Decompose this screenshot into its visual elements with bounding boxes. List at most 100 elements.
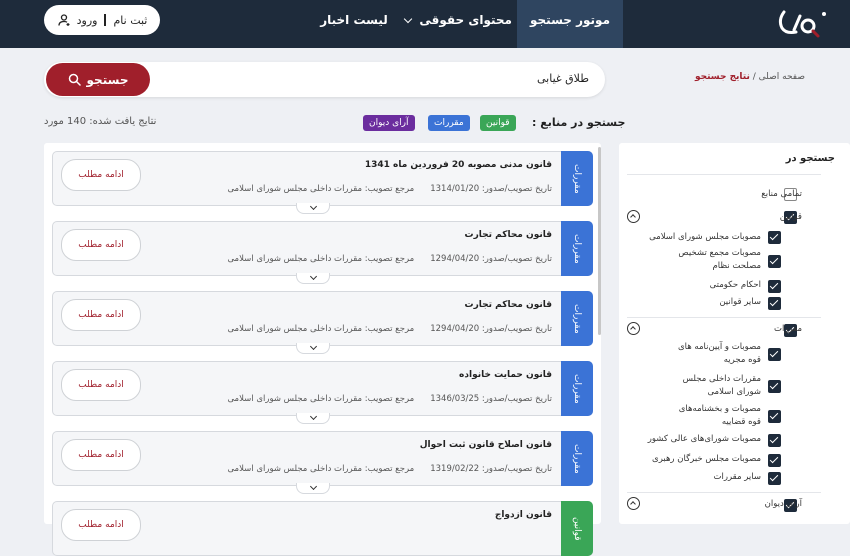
nav-legal-content-label: محتوای حقوقی [419, 13, 512, 27]
chevron-down-icon [309, 412, 317, 421]
result-type-tag: مقررات [561, 291, 593, 346]
search-button[interactable]: جستجو [46, 63, 150, 96]
top-navbar: موتور جستجو محتوای حقوقی لیست اخبار ثبت … [0, 0, 850, 48]
regulations-item-label: مصوبات مجلس خبرگان رهبری [652, 454, 761, 464]
regulations-item-checkbox[interactable] [768, 348, 781, 361]
read-more-button[interactable]: ادامه مطلب [61, 369, 141, 401]
laws-item-checkbox[interactable] [768, 280, 781, 293]
read-more-button[interactable]: ادامه مطلب [61, 159, 141, 191]
user-add-icon [57, 14, 70, 26]
expand-button[interactable] [296, 482, 330, 494]
result-type-tag: مقررات [561, 431, 593, 486]
breadcrumb-separator: / [752, 72, 756, 82]
results-count-value: 140 [67, 116, 87, 127]
laws-item-checkbox[interactable] [768, 255, 781, 268]
regulations-item-checkbox[interactable] [768, 434, 781, 447]
result-card: مقررات قانون مدنی مصوبه 20 فروردین ماه 1… [52, 151, 593, 214]
result-type-tag: مقررات [561, 221, 593, 276]
collapse-icon[interactable] [627, 322, 640, 335]
result-reference: مقررات داخلی مجلس شورای اسلامی [227, 184, 363, 194]
result-meta: تاریخ تصویب/صدور: 1294/04/20مرجع تصویب: … [227, 324, 552, 334]
result-date: 1294/04/20 [430, 324, 480, 334]
expand-button[interactable] [296, 342, 330, 354]
read-more-button[interactable]: ادامه مطلب [61, 509, 141, 541]
chip-regulations[interactable]: مقررات [428, 115, 470, 131]
breadcrumb-current: نتایج جستجو [694, 72, 750, 82]
result-title[interactable]: قانون اصلاح قانون ثبت احوال [420, 440, 552, 450]
result-title[interactable]: قانون حمایت خانواده [459, 370, 552, 380]
chevron-down-icon [309, 202, 317, 211]
laws-item-label: سایر قوانین [719, 297, 761, 307]
result-type-tag: مقررات [561, 361, 593, 416]
result-meta: تاریخ تصویب/صدور: 1294/04/20مرجع تصویب: … [227, 254, 552, 264]
results-scrollbar[interactable] [598, 147, 601, 335]
regulations-item-label: مصوبات شورای‌های عالی کشور [647, 434, 761, 444]
result-date: 1319/02/22 [430, 464, 480, 474]
login-signup-button[interactable]: ثبت نام ورود [44, 5, 160, 35]
all-sources-label: تمامی منابع [761, 189, 802, 199]
laws-item-label: مصوبات مجمع تشخیص مصلحت نظام [678, 248, 761, 271]
laws-item-label: مصوبات مجلس شورای اسلامی [649, 232, 761, 242]
collapse-icon[interactable] [627, 497, 640, 510]
regulations-item-label: سایر مقررات [713, 472, 761, 482]
results-count: نتایج یافت شده: 140 مورد [44, 116, 156, 127]
expand-button[interactable] [296, 412, 330, 424]
source-filter-label: جستجو در منابع : [532, 116, 626, 129]
expand-button[interactable] [296, 272, 330, 284]
nav-news-list[interactable]: لیست اخبار [318, 0, 390, 48]
laws-item-checkbox[interactable] [768, 297, 781, 310]
result-type-tag: مقررات [561, 151, 593, 206]
result-type-tag: قوانین [561, 501, 593, 556]
result-meta: تاریخ تصویب/صدور: 1346/03/25مرجع تصویب: … [227, 394, 552, 404]
result-title[interactable]: قانون ازدواج [495, 510, 552, 520]
breadcrumb: صفحه اصلی / نتایج جستجو [640, 72, 805, 82]
login-label: ورود [76, 13, 98, 27]
result-meta: تاریخ تصویب/صدور: 1319/02/22مرجع تصویب: … [227, 464, 552, 474]
result-reference: مقررات داخلی مجلس شورای اسلامی [227, 464, 363, 474]
nav-news-list-label: لیست اخبار [320, 13, 388, 27]
result-title[interactable]: قانون محاکم تجارت [465, 300, 552, 310]
result-card: مقررات قانون محاکم تجارت تاریخ تصویب/صدو… [52, 221, 593, 284]
laws-item-checkbox[interactable] [768, 231, 781, 244]
chevron-down-icon [309, 482, 317, 491]
result-reference: مقررات داخلی مجلس شورای اسلامی [227, 394, 363, 404]
divider [627, 492, 821, 493]
divider [627, 174, 821, 175]
laws-item-label: احکام حکومتی [709, 280, 761, 290]
sidebar-title: جستجو در [785, 153, 835, 164]
result-title[interactable]: قانون محاکم تجارت [465, 230, 552, 240]
nav-legal-content[interactable]: محتوای حقوقی [403, 0, 512, 48]
filter-sidebar: جستجو در تمامی منابع قوانین مصوبات مجلس … [619, 143, 850, 524]
read-more-button[interactable]: ادامه مطلب [61, 229, 141, 261]
results-count-label: نتایج یافت شده: [89, 116, 157, 127]
result-reference: مقررات داخلی مجلس شورای اسلامی [227, 324, 363, 334]
regulations-item-label: مصوبات و آیین‌نامه های قوه مجریه [677, 342, 761, 365]
chip-divan[interactable]: آرای دیوان [363, 115, 415, 131]
result-date: 1314/01/20 [430, 184, 480, 194]
chip-laws[interactable]: قوانین [480, 115, 516, 131]
expand-button[interactable] [296, 202, 330, 214]
regulations-item-checkbox[interactable] [768, 454, 781, 467]
chevron-down-icon [309, 272, 317, 281]
chevron-down-icon [403, 14, 413, 24]
site-logo[interactable] [774, 6, 830, 40]
breadcrumb-home[interactable]: صفحه اصلی [759, 72, 805, 82]
regulations-item-checkbox[interactable] [768, 410, 781, 423]
search-input[interactable] [207, 71, 591, 86]
regulations-item-label: مقررات داخلی مجلس شورای اسلامی [682, 374, 761, 397]
result-reference: مقررات داخلی مجلس شورای اسلامی [227, 254, 363, 264]
regulations-item-checkbox[interactable] [768, 380, 781, 393]
read-more-button[interactable]: ادامه مطلب [61, 299, 141, 331]
nav-search-engine-label: موتور جستجو [530, 13, 610, 27]
search-button-label: جستجو [86, 72, 129, 87]
search-bar: جستجو [44, 62, 605, 97]
regulations-item-checkbox[interactable] [768, 472, 781, 485]
result-card: مقررات قانون حمایت خانواده تاریخ تصویب/ص… [52, 361, 593, 424]
results-count-unit: مورد [44, 116, 64, 127]
result-title[interactable]: قانون مدنی مصوبه 20 فروردین ماه 1341 [365, 160, 552, 170]
nav-search-engine[interactable]: موتور جستجو [517, 0, 623, 48]
result-meta: تاریخ تصویب/صدور: 1314/01/20مرجع تصویب: … [227, 184, 552, 194]
regulations-label: مقررات [773, 324, 802, 334]
collapse-icon[interactable] [627, 210, 640, 223]
read-more-button[interactable]: ادامه مطلب [61, 439, 141, 471]
